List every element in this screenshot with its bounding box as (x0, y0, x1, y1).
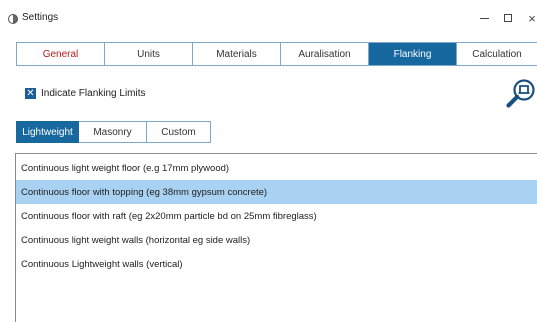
tab-general[interactable]: General (16, 43, 104, 65)
app-icon (8, 14, 18, 24)
close-icon: × (528, 10, 536, 26)
sub-tab-bar: Lightweight Masonry Custom (16, 121, 211, 143)
tab-calculation[interactable]: Calculation (456, 43, 537, 65)
flanking-options-list[interactable]: Continuous light weight floor (e.g 17mm … (15, 153, 537, 322)
subtab-masonry[interactable]: Masonry (79, 121, 147, 143)
tab-auralisation[interactable]: Auralisation (280, 43, 368, 65)
indicate-flanking-limits-label: Indicate Flanking Limits (41, 88, 146, 99)
tab-materials[interactable]: Materials (192, 43, 280, 65)
main-tab-bar: General Units Materials Auralisation Fla… (16, 42, 537, 66)
tab-flanking[interactable]: Flanking (368, 43, 456, 65)
subtab-custom[interactable]: Custom (147, 121, 211, 143)
list-item[interactable]: Continuous light weight walls (horizonta… (16, 228, 537, 252)
list-item-selected[interactable]: Continuous floor with topping (eg 38mm g… (16, 180, 537, 204)
list-item[interactable]: Continuous floor with raft (eg 2x20mm pa… (16, 204, 537, 228)
close-button[interactable]: × (517, 8, 537, 28)
list-item[interactable]: Continuous light weight floor (e.g 17mm … (16, 156, 537, 180)
title-bar: Settings × (0, 0, 537, 36)
settings-window: Settings × General Units Materials Aural… (0, 0, 537, 322)
list-item[interactable]: Continuous Lightweight walls (vertical) (16, 252, 537, 276)
indicate-flanking-limits-checkbox[interactable]: ✕ (25, 88, 36, 99)
maximize-icon (504, 14, 512, 22)
indicate-flanking-limits-row[interactable]: ✕ Indicate Flanking Limits (25, 88, 146, 99)
zoom-search-button[interactable] (505, 77, 537, 109)
subtab-lightweight[interactable]: Lightweight (16, 121, 79, 143)
window-title: Settings (22, 12, 59, 23)
zoom-search-icon (506, 79, 535, 108)
minimize-icon (479, 17, 489, 19)
tab-units[interactable]: Units (104, 43, 192, 65)
